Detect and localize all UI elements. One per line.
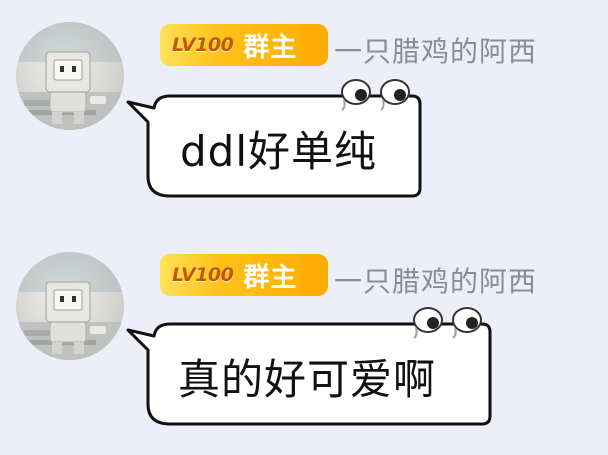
chat-message: LV100 群主 一只腊鸡的阿西 真的好可爱啊 <box>0 230 608 455</box>
speech-bubble[interactable] <box>0 0 608 225</box>
speech-bubble[interactable] <box>0 230 608 455</box>
message-text: ddl好单纯 <box>180 127 377 176</box>
chat-message: LV100 群主 一只腊鸡的阿西 ddl好单纯 <box>0 0 608 225</box>
message-text: 真的好可爱啊 <box>178 355 437 404</box>
